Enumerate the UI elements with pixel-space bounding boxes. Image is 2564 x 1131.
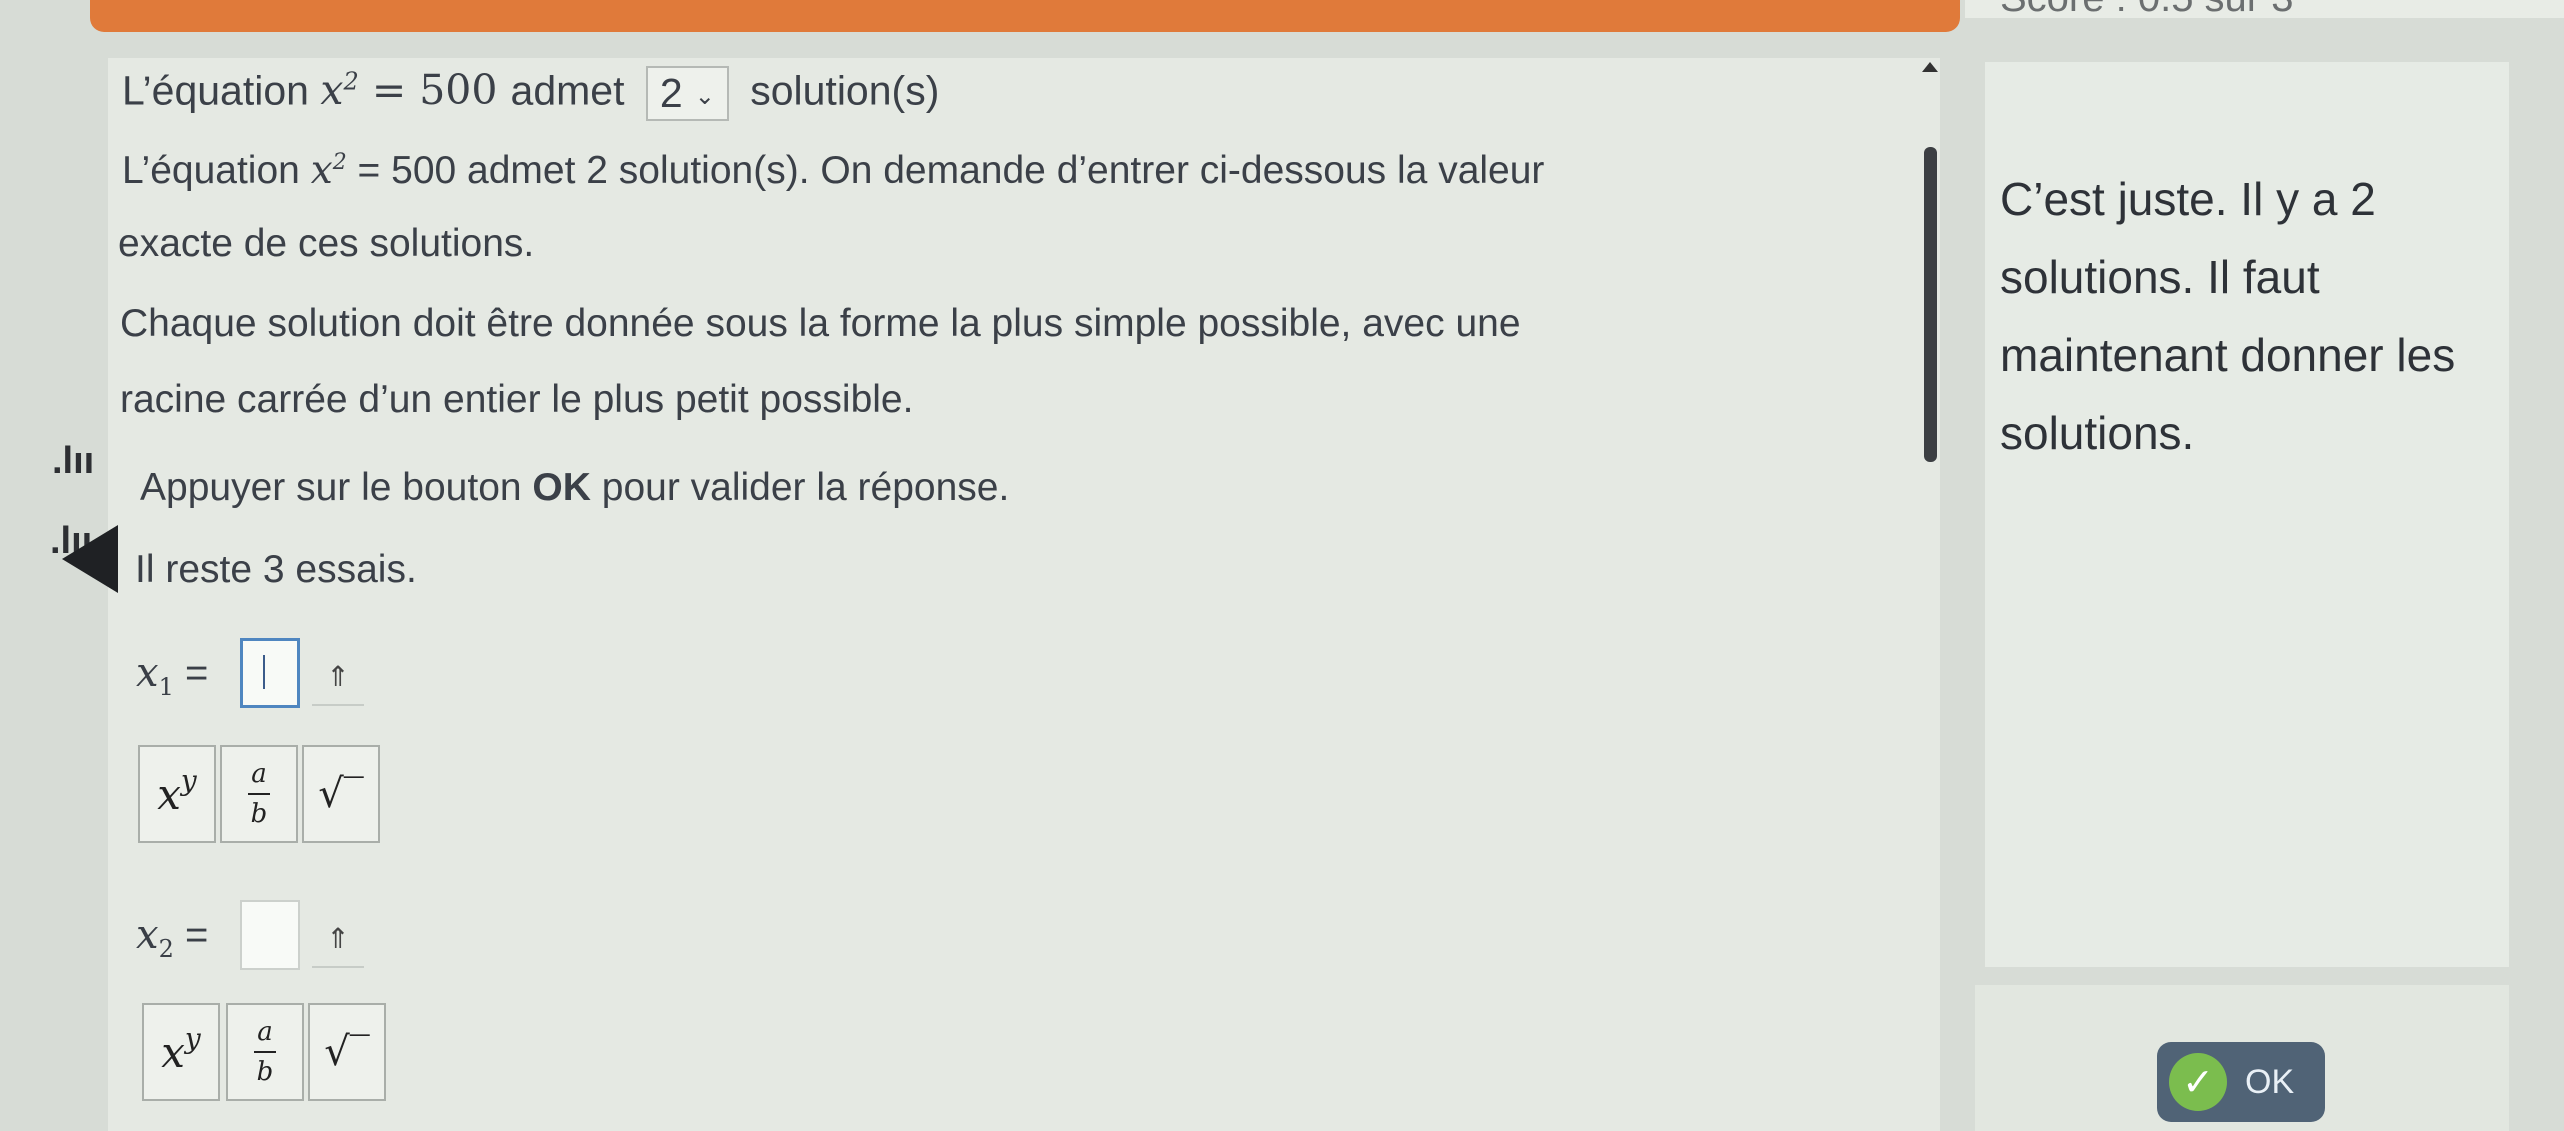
question-line: L’équation x2 = 500 admet 2 ⌄ solution(s) — [122, 66, 939, 121]
power-base-2: x — [161, 1027, 185, 1077]
instruction-p2-line2: racine carrée d’un entier le plus petit … — [120, 378, 914, 421]
instruction-ok: Appuyer sur le bouton OK pour valider la… — [140, 466, 1009, 510]
instruction-prefix: L’équation — [122, 149, 300, 192]
question-panel — [108, 58, 1940, 1131]
answer-2-sub: 2 — [158, 935, 174, 963]
sound-level-icon[interactable]: .lıı — [52, 440, 94, 483]
equation: x2 = 500 — [320, 66, 510, 114]
answer-1-sub: 1 — [158, 673, 174, 701]
checkmark-icon: ✓ — [2169, 1053, 2227, 1111]
question-verb: admet — [510, 67, 625, 114]
feedback-text: C’est juste. Il y a 2 solutions. Il faut… — [2000, 173, 2456, 459]
fraction-den: b — [250, 799, 268, 829]
sqrt-button[interactable]: √‾ — [302, 745, 380, 843]
chevron-down-icon: ⌄ — [694, 82, 715, 110]
equation-exponent: 2 — [343, 67, 359, 96]
fraction-bar — [248, 793, 270, 795]
instruction-p1-line2: exacte de ces solutions. — [118, 222, 535, 265]
instruction-rest: = 500 admet 2 solution(s). On demande d’… — [357, 149, 1545, 192]
instruction-ok-suffix: pour valider la réponse. — [590, 466, 1010, 509]
power-exp-2: y — [184, 1021, 201, 1055]
score-label: Score : 0.5 sur 3 — [2000, 0, 2293, 21]
dropdown-value: 2 — [659, 70, 683, 116]
fraction-button-2[interactable]: a b — [226, 1003, 304, 1101]
ok-label: OK — [2245, 1062, 2295, 1101]
answer-2-arrow-button[interactable]: ⇑ — [312, 910, 364, 968]
answer-2-var: x — [136, 912, 159, 958]
scroll-up-icon[interactable] — [1922, 62, 1938, 72]
fraction-icon-2: a b — [254, 1017, 276, 1087]
power-button-2[interactable]: xy — [142, 1003, 220, 1101]
attempts-remaining: Il reste 3 essais. — [135, 548, 417, 591]
solution-count-dropdown[interactable]: 2 ⌄ — [645, 66, 729, 121]
top-header-bar — [90, 0, 1960, 32]
equation-rest: = 500 — [371, 66, 498, 115]
speaker-icon[interactable] — [62, 525, 118, 593]
answer-1-label: x1 = — [136, 650, 209, 701]
equation-base: x — [320, 66, 344, 115]
instruction-p2-line1: Chaque solution doit être donnée sous la… — [120, 302, 1521, 345]
sqrt-icon: √‾ — [318, 771, 364, 817]
power-base: x — [157, 769, 181, 819]
scrollbar[interactable] — [1922, 62, 1942, 467]
inline-equation: x2 — [311, 148, 347, 193]
sqrt-icon-2: √‾ — [324, 1029, 370, 1075]
fraction-button[interactable]: a b — [220, 745, 298, 843]
instruction-ok-prefix: Appuyer sur le bouton — [140, 466, 533, 509]
fraction-num-2: a — [257, 1017, 273, 1047]
power-exp: y — [180, 763, 197, 797]
question-suffix: solution(s) — [750, 67, 940, 114]
fraction-icon: a b — [248, 759, 270, 829]
power-button[interactable]: xy — [138, 745, 216, 843]
ok-button[interactable]: ✓ OK — [2157, 1042, 2325, 1122]
question-prefix: L’équation — [122, 67, 309, 114]
answer-1-input[interactable] — [240, 638, 300, 708]
sqrt-button-2[interactable]: √‾ — [308, 1003, 386, 1101]
scroll-thumb[interactable] — [1924, 147, 1937, 462]
instruction-p1-line1: L’équation x2 = 500 admet 2 solution(s).… — [122, 148, 1544, 193]
fraction-num: a — [251, 759, 267, 789]
instruction-ok-bold: OK — [532, 466, 591, 509]
inline-equation-base: x — [310, 148, 333, 193]
answer-1-arrow-button[interactable]: ⇑ — [312, 648, 364, 706]
text-cursor — [263, 655, 265, 689]
answer-2-label: x2 = — [136, 912, 209, 963]
fraction-bar-2 — [254, 1051, 276, 1053]
fraction-den-2: b — [256, 1057, 274, 1087]
answer-1-var: x — [136, 650, 159, 696]
inline-equation-exponent: 2 — [332, 150, 347, 175]
answer-2-input[interactable] — [240, 900, 300, 970]
